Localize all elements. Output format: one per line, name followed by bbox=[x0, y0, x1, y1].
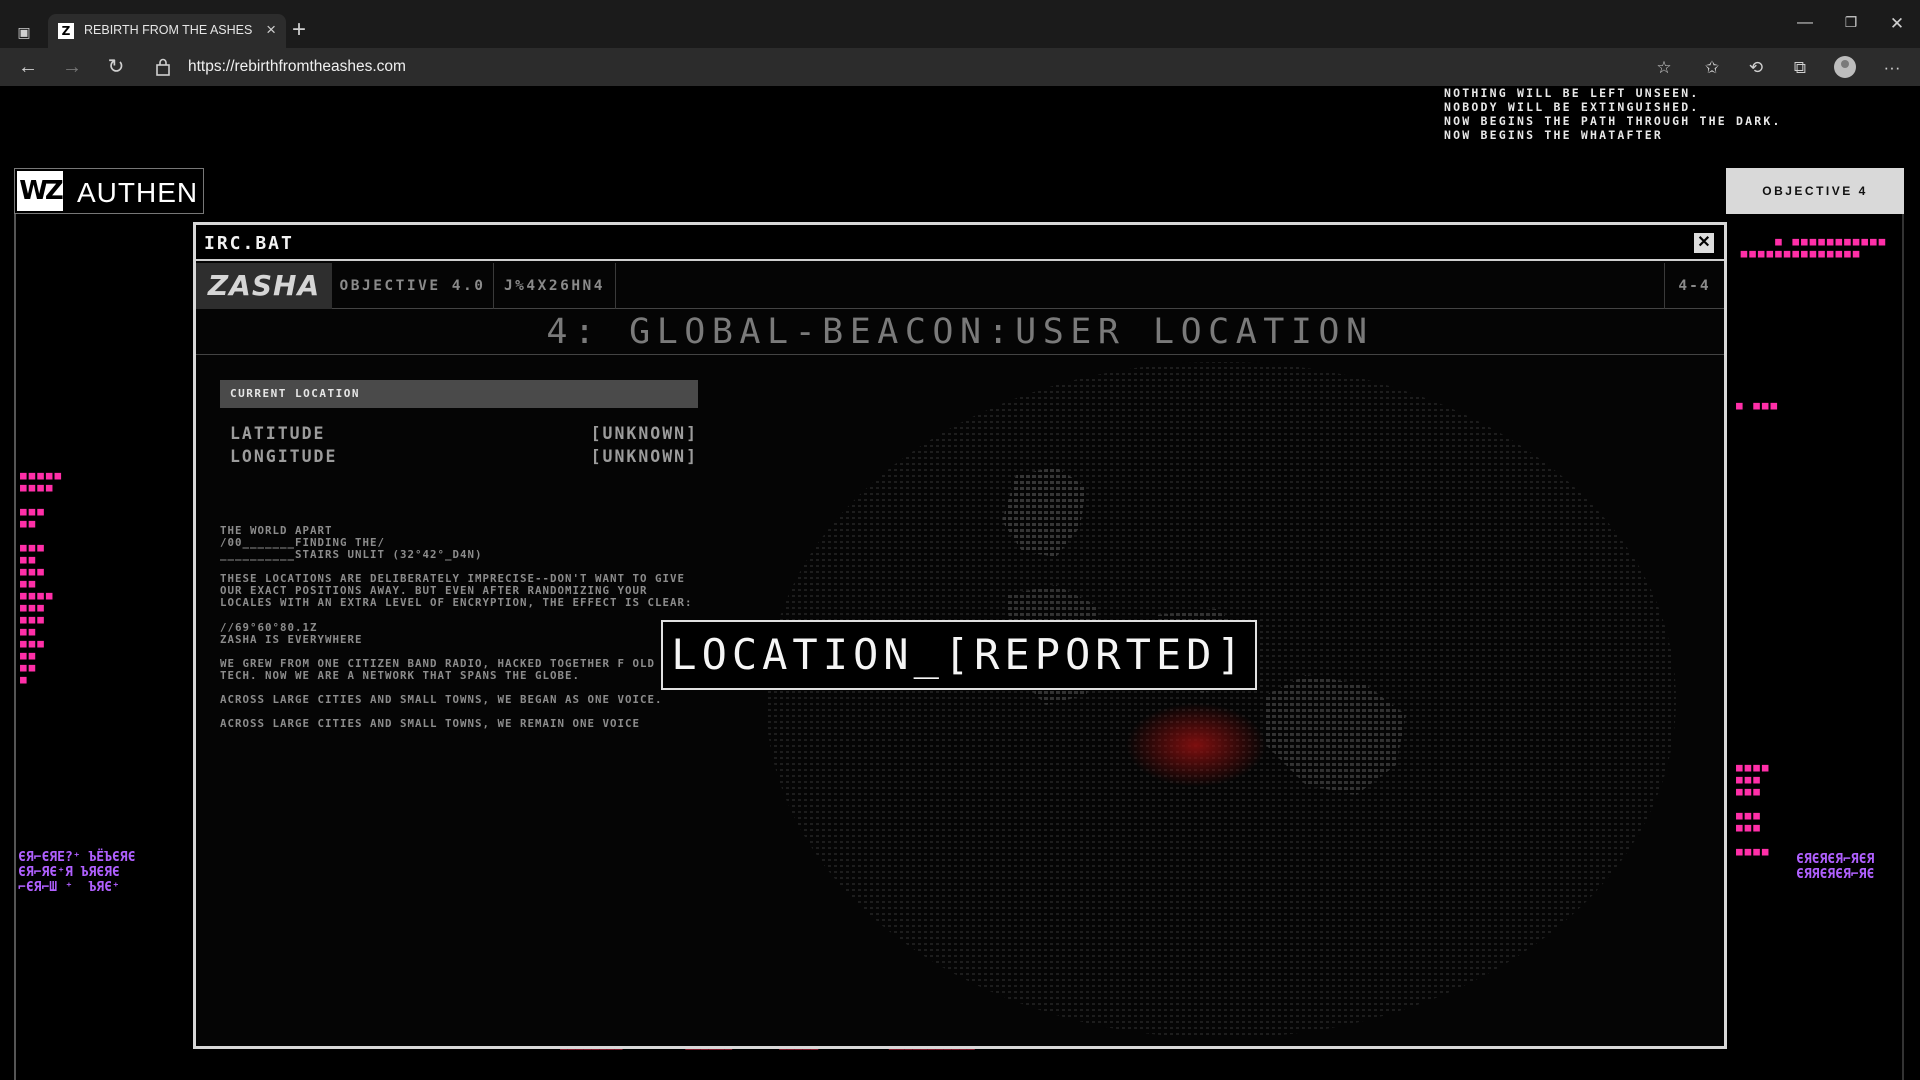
modal-titlebar: IRC.BAT ✕ bbox=[196, 225, 1724, 261]
lore-paragraph: THESE LOCATIONS ARE DELIBERATELY IMPRECI… bbox=[220, 572, 693, 610]
minimize-icon[interactable]: — bbox=[1790, 14, 1820, 32]
close-icon[interactable]: × bbox=[266, 20, 276, 40]
glitch-noise-left-text: ЄЯ⌐ЄЯЕ?⁺ ЪЁЪЄЯЄ ЄЯ⌐ЯЄ⁺Я ЪЯЄЯЄ ⌐ЄЯ⌐Ш ⁺ ЪЯ… bbox=[18, 850, 136, 895]
latitude-label: LATITUDE bbox=[230, 424, 326, 443]
favorites-icon[interactable]: ✩ bbox=[1700, 56, 1724, 80]
lore-paragraph: ACROSS LARGE CITIES AND SMALL TOWNS, WE … bbox=[220, 692, 663, 706]
latitude-row: LATITUDE [UNKNOWN] bbox=[220, 420, 698, 443]
lock-icon[interactable] bbox=[156, 58, 170, 76]
intro-line: NOW BEGINS THE WHATAFTER bbox=[1444, 128, 1663, 142]
intro-text: NOTHING WILL BE LEFT UNSEEN. NOBODY WILL… bbox=[1444, 86, 1782, 142]
longitude-label: LONGITUDE bbox=[230, 447, 338, 466]
page: NOTHING WILL BE LEFT UNSEEN. NOBODY WILL… bbox=[0, 86, 1920, 1080]
browser-toolbar: ← → ↻ https://rebirthfromtheashes.com ☆ … bbox=[0, 48, 1920, 86]
browser-tab-bar: ▣ Z REBIRTH FROM THE ASHES // W × + — ❐ … bbox=[0, 0, 1920, 48]
modal-close-button[interactable]: ✕ bbox=[1694, 233, 1714, 253]
zasha-logo: ZASHA bbox=[196, 263, 332, 309]
glitch-noise-right-3: ■■■■ ■■■ ■■■ ■■■ ■■■ ■■■■ bbox=[1736, 761, 1771, 858]
forward-icon[interactable]: → bbox=[58, 54, 86, 80]
maximize-icon[interactable]: ❐ bbox=[1836, 14, 1866, 31]
app-header: WZ AUTHEN bbox=[14, 168, 204, 214]
favicon-icon: Z bbox=[58, 23, 74, 39]
intro-line: NOTHING WILL BE LEFT UNSEEN. bbox=[1444, 86, 1700, 100]
longitude-row: LONGITUDE [UNKNOWN] bbox=[220, 443, 698, 466]
location-panel-header: CURRENT LOCATION bbox=[220, 380, 698, 408]
intro-line: NOBODY WILL BE EXTINGUISHED. bbox=[1444, 100, 1700, 114]
latitude-value: [UNKNOWN] bbox=[590, 424, 698, 443]
irc-modal: IRC.BAT ✕ ZASHA OBJECTIVE 4.0 J%4X26HN4 … bbox=[193, 222, 1727, 1049]
page-indicator: 4-4 bbox=[1664, 263, 1724, 309]
right-frame-line bbox=[1902, 168, 1904, 1080]
intro-line: NOW BEGINS THE PATH THROUGH THE DARK. bbox=[1444, 114, 1782, 128]
profile-icon[interactable] bbox=[1834, 56, 1856, 78]
lore-paragraph: THE WORLD APART /00_______FINDING THE/ _… bbox=[220, 524, 483, 562]
lore-paragraph: WE GREW FROM ONE CITIZEN BAND RADIO, HAC… bbox=[220, 656, 663, 682]
beacon-glow bbox=[1126, 703, 1266, 787]
reload-icon[interactable]: ↻ bbox=[102, 54, 130, 80]
tab-title: REBIRTH FROM THE ASHES // W bbox=[84, 23, 254, 37]
window-close-icon[interactable]: ✕ bbox=[1882, 14, 1912, 34]
page-title: 4: GLOBAL-BEACON:USER LOCATION bbox=[196, 309, 1724, 355]
glitch-noise-right-2: ■ ■■■ bbox=[1736, 399, 1780, 412]
glitch-noise-right: ■ ■■■■■■■■■■■ ■■■■■■■■■■■■■■ bbox=[1740, 235, 1888, 260]
collections-icon[interactable]: ⧉ bbox=[1788, 56, 1812, 80]
history-icon[interactable]: ⟲ bbox=[1744, 56, 1768, 80]
tab-code[interactable]: J%4X26HN4 bbox=[494, 263, 616, 309]
more-icon[interactable]: ··· bbox=[1880, 56, 1904, 80]
add-favorite-icon[interactable]: ☆ bbox=[1652, 56, 1676, 80]
lore-paragraph: ACROSS LARGE CITIES AND SMALL TOWNS, WE … bbox=[220, 717, 641, 731]
left-frame-line bbox=[14, 168, 16, 1080]
back-icon[interactable]: ← bbox=[14, 54, 42, 80]
modal-title: IRC.BAT bbox=[204, 233, 294, 254]
lore-paragraph: //69°60°80.1Z ZASHA IS EVERYWHERE bbox=[220, 620, 363, 646]
wz-logo: WZ bbox=[17, 171, 64, 211]
browser-tab[interactable]: Z REBIRTH FROM THE ASHES // W × bbox=[48, 14, 286, 48]
glitch-noise-right-text: ЄЯЄЯЄЯ⌐ЯЄЯ ЄЯЯЄЯЄЯ⌐ЯЄ bbox=[1796, 852, 1875, 882]
location-panel: CURRENT LOCATION LATITUDE [UNKNOWN] LONG… bbox=[220, 380, 698, 466]
new-tab-icon[interactable]: + bbox=[292, 16, 306, 44]
tab-objective[interactable]: OBJECTIVE 4.0 bbox=[332, 263, 494, 309]
modal-nav: ZASHA OBJECTIVE 4.0 J%4X26HN4 4-4 bbox=[196, 263, 1724, 309]
tab-actions-icon[interactable]: ▣ bbox=[12, 20, 36, 44]
longitude-value: [UNKNOWN] bbox=[590, 447, 698, 466]
address-bar[interactable]: https://rebirthfromtheashes.com bbox=[188, 58, 406, 76]
app-header-title: AUTHEN bbox=[77, 177, 199, 208]
glitch-noise-left: ■■■■■ ■■■■ ■■■ ■■ ■■■ ■■ ■■■ ■■ ■■■■ ■■■… bbox=[20, 469, 64, 686]
objective-tab[interactable]: OBJECTIVE 4 bbox=[1726, 168, 1904, 214]
location-reported-banner: LOCATION_[REPORTED] bbox=[661, 620, 1257, 690]
ascii-globe-map bbox=[766, 362, 1676, 1038]
lore-text: THE WORLD APART /00_______FINDING THE/ _… bbox=[220, 524, 700, 742]
